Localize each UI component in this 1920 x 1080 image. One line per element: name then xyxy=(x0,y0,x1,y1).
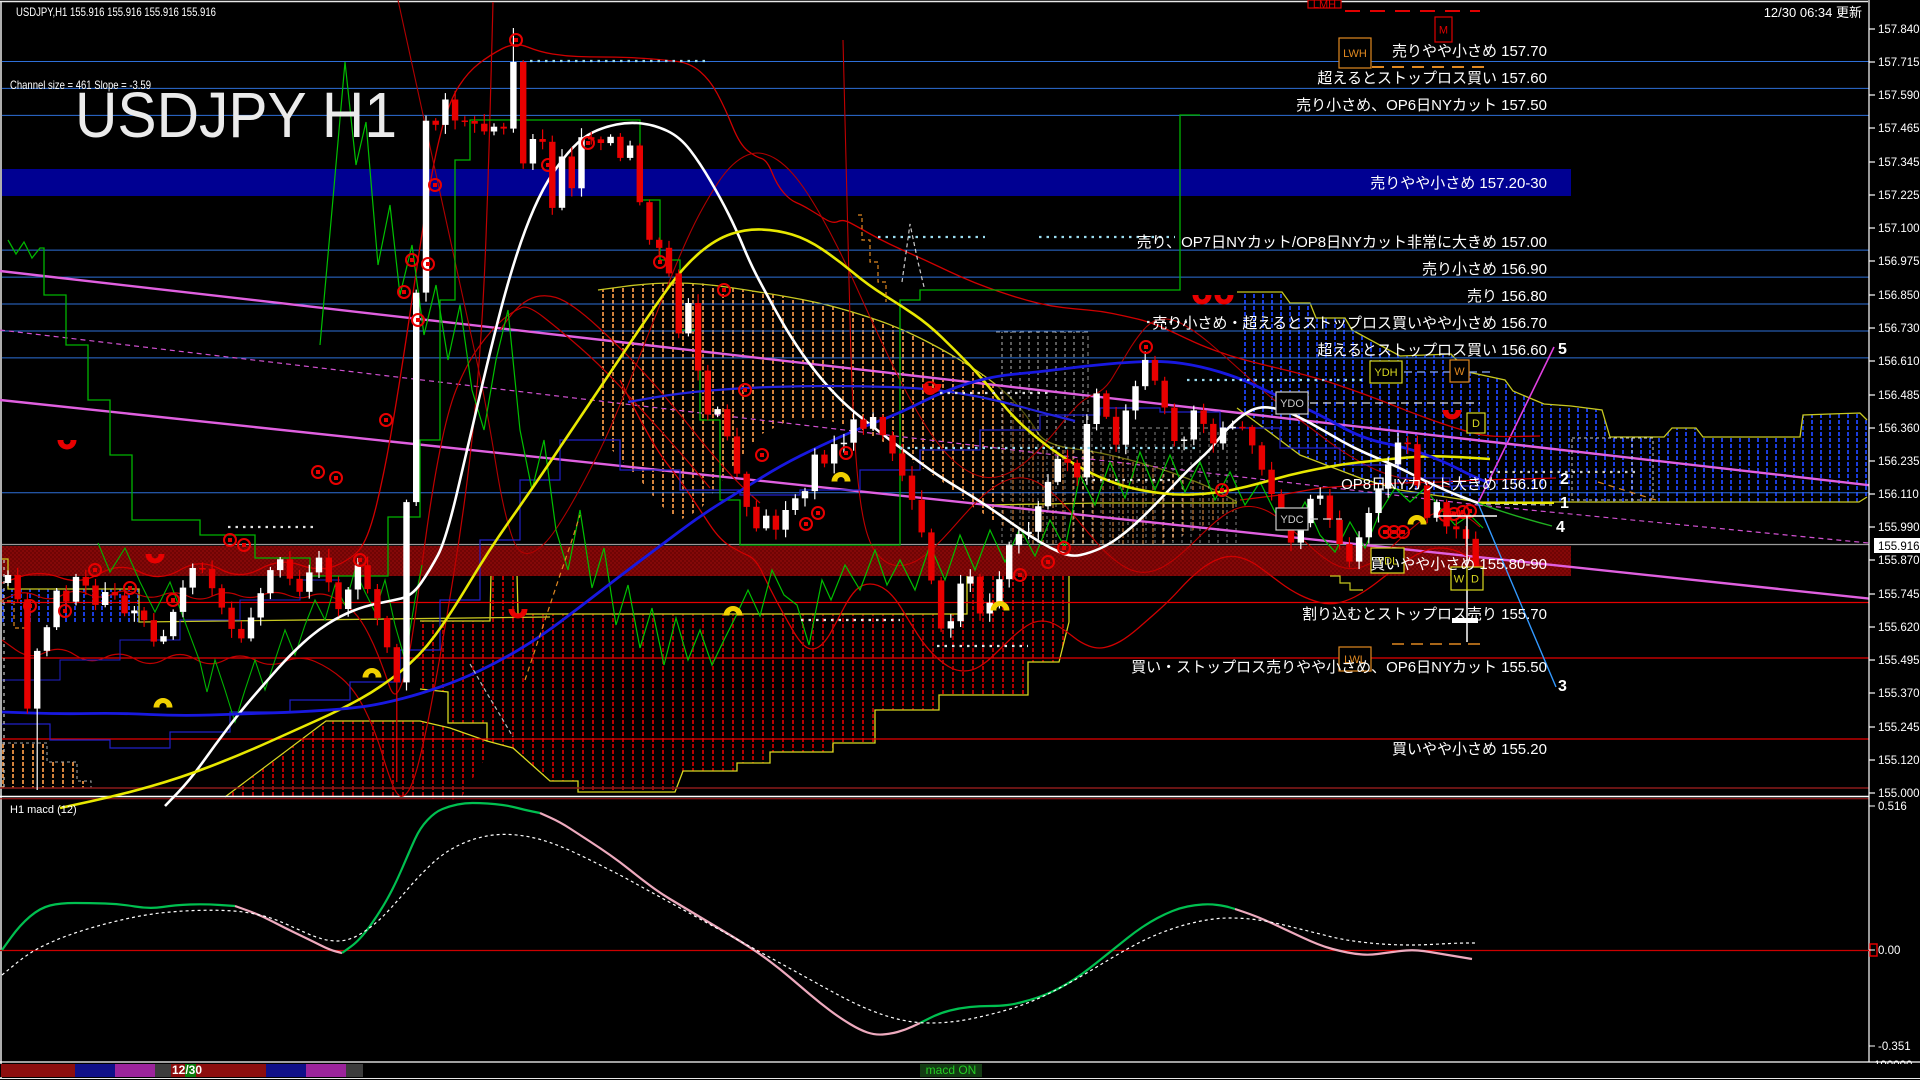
svg-text:155.245: 155.245 xyxy=(1878,722,1920,734)
svg-text:4: 4 xyxy=(1556,519,1565,536)
svg-text:0.516: 0.516 xyxy=(1878,801,1907,813)
svg-text:3: 3 xyxy=(1558,678,1567,695)
svg-text:156.235: 156.235 xyxy=(1878,456,1920,468)
svg-text:157.590: 157.590 xyxy=(1878,90,1920,102)
svg-text:D: D xyxy=(1471,573,1479,585)
svg-text:売り 156.80: 売り 156.80 xyxy=(1467,288,1547,305)
svg-text:売り小さめ 156.90: 売り小さめ 156.90 xyxy=(1422,261,1547,278)
svg-text:2: 2 xyxy=(1560,471,1569,488)
svg-text:-0.351: -0.351 xyxy=(1878,1041,1911,1053)
svg-text:157.225: 157.225 xyxy=(1878,190,1920,202)
svg-text:売り小さめ、OP6日NYカット 157.50: 売り小さめ、OP6日NYカット 157.50 xyxy=(1296,97,1547,114)
svg-text:156.850: 156.850 xyxy=(1878,290,1920,302)
svg-text:155.120: 155.120 xyxy=(1878,755,1920,767)
svg-text:YDH: YDH xyxy=(1374,367,1397,379)
svg-text:155.000: 155.000 xyxy=(1878,788,1920,800)
svg-text:W: W xyxy=(1454,573,1465,585)
svg-text:157.100: 157.100 xyxy=(1878,223,1920,235)
svg-text:割り込むとストップロス売り 155.70: 割り込むとストップロス売り 155.70 xyxy=(1302,606,1547,623)
svg-text:12/30 06:34 更新: 12/30 06:34 更新 xyxy=(1764,5,1862,20)
svg-text:155.370: 155.370 xyxy=(1878,688,1920,700)
svg-text:W: W xyxy=(1454,366,1465,378)
svg-text:157.715: 157.715 xyxy=(1878,57,1920,69)
svg-text:155.870: 155.870 xyxy=(1878,555,1920,567)
svg-text:超えるとストップロス買い 157.60: 超えるとストップロス買い 157.60 xyxy=(1317,70,1547,87)
svg-text:155.916: 155.916 xyxy=(1878,541,1920,553)
svg-text:5: 5 xyxy=(1558,341,1567,358)
svg-text:12/30: 12/30 xyxy=(172,1063,202,1077)
svg-text:買いやや小さめ 155.80-90: 買いやや小さめ 155.80-90 xyxy=(1370,556,1547,573)
svg-text:155.620: 155.620 xyxy=(1878,622,1920,634)
svg-text:OP8日NYカット大きめ 156.10: OP8日NYカット大きめ 156.10 xyxy=(1341,476,1547,493)
svg-text:売り、OP7日NYカット/OP8日NYカット非常に大きめ 1: 売り、OP7日NYカット/OP8日NYカット非常に大きめ 157.00 xyxy=(1137,234,1547,251)
svg-text:M: M xyxy=(1439,24,1448,36)
svg-text:USDJPY,H1 155.916 155.916 155: USDJPY,H1 155.916 155.916 155.916 155.91… xyxy=(16,5,216,19)
svg-text:156.610: 156.610 xyxy=(1878,356,1920,368)
svg-text:LMH: LMH xyxy=(1313,0,1336,11)
svg-text:売りやや小さめ 157.70: 売りやや小さめ 157.70 xyxy=(1392,43,1547,60)
svg-text:USDJPY H1: USDJPY H1 xyxy=(75,79,397,151)
svg-text:売りやや小さめ 157.20-30: 売りやや小さめ 157.20-30 xyxy=(1370,175,1547,192)
svg-text:買いやや小さめ 155.20: 買いやや小さめ 155.20 xyxy=(1392,741,1547,758)
svg-text:156.360: 156.360 xyxy=(1878,423,1920,435)
svg-text:156.485: 156.485 xyxy=(1878,390,1920,402)
svg-text:macd ON: macd ON xyxy=(926,1063,977,1077)
svg-text:155.990: 155.990 xyxy=(1878,522,1920,534)
svg-text:売り小さめ・超えるとストップロス買いやや小さめ 156.70: 売り小さめ・超えるとストップロス買いやや小さめ 156.70 xyxy=(1152,315,1547,332)
svg-text:157.840: 157.840 xyxy=(1878,24,1920,36)
svg-text:156.975: 156.975 xyxy=(1878,256,1920,268)
svg-text:0.00: 0.00 xyxy=(1878,945,1900,957)
svg-text:157.345: 157.345 xyxy=(1878,157,1920,169)
svg-text:155.745: 155.745 xyxy=(1878,589,1920,601)
svg-text:156.730: 156.730 xyxy=(1878,323,1920,335)
svg-text:D: D xyxy=(1472,418,1480,430)
svg-text:YDO: YDO xyxy=(1280,398,1304,410)
svg-text:買い・ストップロス売りやや小さめ、OP6日NYカット 155: 買い・ストップロス売りやや小さめ、OP6日NYカット 155.50 xyxy=(1131,659,1547,676)
svg-text:H1 macd (12): H1 macd (12) xyxy=(10,804,77,816)
svg-text:157.465: 157.465 xyxy=(1878,123,1920,135)
svg-text:YDC: YDC xyxy=(1280,514,1303,526)
svg-text:LWH: LWH xyxy=(1343,48,1367,60)
svg-text:1: 1 xyxy=(1560,495,1569,512)
svg-text:156.110: 156.110 xyxy=(1878,489,1919,501)
svg-text:155.495: 155.495 xyxy=(1878,655,1920,667)
svg-text:超えるとストップロス買い 156.60: 超えるとストップロス買い 156.60 xyxy=(1317,342,1547,359)
